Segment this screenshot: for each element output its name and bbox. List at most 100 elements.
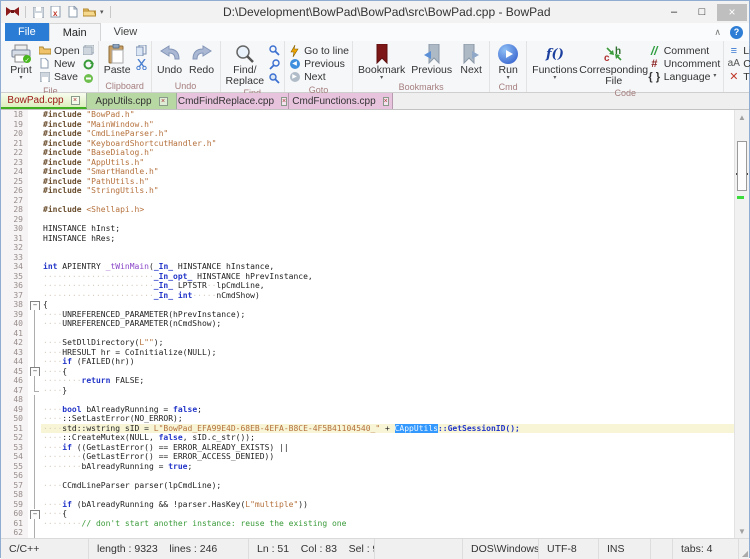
- fold-marker-icon[interactable]: [28, 509, 41, 519]
- help-icon[interactable]: ?: [730, 26, 743, 39]
- line-number: 57: [1, 481, 28, 491]
- line-number: 19: [1, 120, 28, 130]
- file-tab[interactable]: CmdFindReplace.cpp×: [177, 93, 289, 109]
- file-tab[interactable]: CmdFunctions.cpp×: [289, 93, 393, 109]
- close-file-icon[interactable]: x: [49, 6, 62, 19]
- fold-margin: [28, 481, 41, 491]
- code-line: 58: [1, 490, 734, 500]
- goto-previous-button[interactable]: ◀ Previous: [288, 57, 349, 70]
- code-text: ····::CreateMutex(NULL, false, sID.c_str…: [41, 433, 734, 443]
- fold-margin: [28, 424, 41, 434]
- ribbon-collapse-icon[interactable]: ∧: [714, 27, 721, 38]
- title-bar: x ▾ D:\Development\BowPad\BowPad\src\Bow…: [1, 1, 749, 23]
- goto-line-button[interactable]: Go to line: [288, 44, 349, 57]
- code-text: [41, 253, 734, 263]
- undo-button[interactable]: Undo: [154, 42, 186, 77]
- new-file-icon[interactable]: [66, 6, 79, 19]
- copy-button[interactable]: [135, 44, 148, 56]
- file-tab[interactable]: BowPad.cpp×: [1, 93, 87, 109]
- status-cell[interactable]: C/C++: [1, 539, 89, 559]
- open-folder-icon[interactable]: [83, 6, 96, 19]
- tab-close-icon[interactable]: ×: [159, 97, 168, 106]
- ribbon-group-bookmarks: Bookmark ▾ Previous Next Bookmarks: [353, 41, 490, 92]
- find-next-icon[interactable]: [268, 44, 281, 56]
- maximize-button[interactable]: □: [689, 4, 715, 21]
- language-button[interactable]: { } Language ▾: [648, 70, 721, 83]
- save-icon[interactable]: [32, 6, 45, 19]
- line-number: 56: [1, 471, 28, 481]
- find-replace-button[interactable]: Find/ Replace: [223, 42, 268, 88]
- code-editor[interactable]: 18#include "BowPad.h"19#include "MainWin…: [1, 110, 749, 538]
- fold-margin: [28, 243, 41, 253]
- code-line: 34int APIENTRY _tWinMain(_In_ HINSTANCE …: [1, 262, 734, 272]
- find-prev-icon[interactable]: [268, 58, 281, 70]
- bookmark-previous-button[interactable]: Previous: [408, 42, 455, 77]
- uncomment-button[interactable]: # Uncomment: [648, 57, 721, 70]
- line-number: 34: [1, 262, 28, 272]
- status-cell[interactable]: [375, 539, 463, 559]
- scroll-down-icon[interactable]: ▼: [735, 525, 749, 537]
- status-cell[interactable]: tabs: 4: [673, 539, 739, 559]
- functions-button[interactable]: f() Functions ▾: [529, 42, 581, 82]
- bookmark-next-button[interactable]: Next: [455, 42, 487, 77]
- new-button[interactable]: New: [38, 57, 80, 70]
- status-cell[interactable]: Ln : 51 Col : 83 Sel : 9 | 0: [249, 539, 375, 559]
- line-number: 60: [1, 509, 28, 519]
- corresponding-file-button[interactable]: hc Corresponding File: [581, 42, 647, 88]
- resize-grip[interactable]: ◢: [739, 539, 749, 559]
- bookmark-button[interactable]: Bookmark ▾: [355, 42, 408, 82]
- paste-button[interactable]: Paste: [101, 42, 134, 77]
- code-text: HINSTANCE hInst;: [41, 224, 734, 234]
- minimize-button[interactable]: –: [661, 4, 687, 21]
- status-cell[interactable]: INS: [599, 539, 651, 559]
- goto-next-button[interactable]: ▶ Next: [288, 70, 349, 83]
- tab-close-icon[interactable]: ×: [281, 97, 287, 106]
- code-text: [41, 243, 734, 253]
- cut-button[interactable]: [135, 58, 148, 70]
- code-line: 32: [1, 243, 734, 253]
- print-button[interactable]: ✓ Print ▾: [5, 42, 37, 82]
- run-button[interactable]: Run ▾: [492, 42, 524, 82]
- redo-button[interactable]: Redo: [186, 42, 218, 77]
- change-case-icon: aA: [728, 58, 740, 69]
- fold-marker-icon[interactable]: [28, 300, 41, 310]
- code-line: 44····if (FAILED(hr)): [1, 357, 734, 367]
- tab-close-icon[interactable]: ×: [71, 96, 80, 105]
- file-tab[interactable]: AppUtils.cpp×: [87, 93, 177, 109]
- reload-button[interactable]: [82, 58, 95, 70]
- line-number: 37: [1, 291, 28, 301]
- close-tab-button[interactable]: [82, 72, 95, 84]
- save-button[interactable]: Save: [38, 70, 80, 83]
- comment-button[interactable]: // Comment: [648, 44, 721, 57]
- find-file-icon[interactable]: [268, 72, 281, 84]
- save-all-button[interactable]: [82, 44, 95, 56]
- fold-marker-icon[interactable]: [28, 367, 41, 377]
- open-button[interactable]: Open: [38, 44, 80, 57]
- scrollbar-thumb[interactable]: [737, 141, 747, 191]
- close-button[interactable]: ×: [717, 4, 747, 21]
- line-number: 23: [1, 158, 28, 168]
- comment-icon: //: [651, 44, 658, 58]
- fold-margin: [28, 139, 41, 149]
- tab-view[interactable]: View: [101, 23, 151, 41]
- fold-margin: [28, 433, 41, 443]
- ribbon-group-clipboard: Paste Clipboard: [99, 41, 152, 92]
- qat-dropdown-icon[interactable]: ▾: [100, 8, 104, 16]
- status-cell[interactable]: UTF-8: [539, 539, 599, 559]
- line-number: 26: [1, 186, 28, 196]
- line-number: 45: [1, 367, 28, 377]
- lines-button[interactable]: ≡ Lines ▾: [727, 44, 750, 57]
- trim-whitespaces-button[interactable]: ✕ Trim Whitespaces: [727, 70, 750, 83]
- status-cell[interactable]: length : 9323 lines : 246: [89, 539, 249, 559]
- code-line: 23#include "AppUtils.h": [1, 158, 734, 168]
- ribbon-group-undo: Undo Redo Undo: [152, 41, 221, 92]
- tab-close-icon[interactable]: ×: [383, 97, 389, 106]
- tab-main[interactable]: Main: [49, 23, 101, 41]
- scroll-up-icon[interactable]: ▲: [735, 111, 749, 123]
- code-text: #include "CmdLineParser.h": [41, 129, 734, 139]
- status-cell[interactable]: [651, 539, 673, 559]
- status-cell[interactable]: DOS\Windows: [463, 539, 539, 559]
- tab-file[interactable]: File: [5, 23, 49, 41]
- vertical-scrollbar[interactable]: ▲ ▼: [734, 110, 749, 538]
- change-case-button[interactable]: aA Change Case ▾: [727, 57, 750, 70]
